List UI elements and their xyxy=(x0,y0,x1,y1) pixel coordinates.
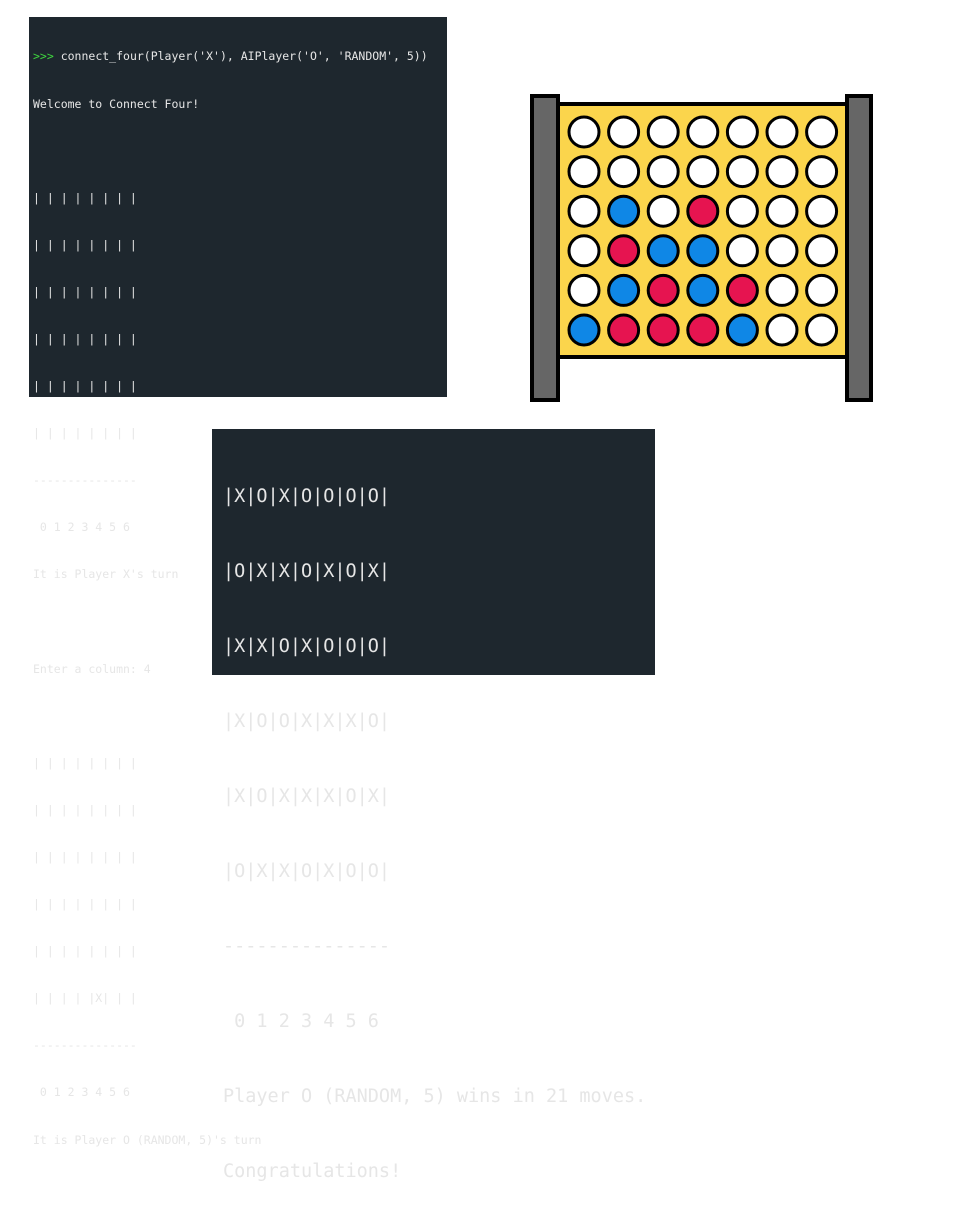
red-disc xyxy=(686,313,720,347)
terminal-game-end: |X|O|X|O|O|O|O| |O|X|X|O|X|O|X| |X|X|O|X… xyxy=(212,429,655,1182)
empty-slot xyxy=(607,155,641,189)
empty-slot xyxy=(646,115,680,149)
empty-slot xyxy=(686,155,720,189)
win-message: Player O (RANDOM, 5) wins in 21 moves. xyxy=(223,1086,647,1107)
blue-disc xyxy=(686,273,720,307)
blue-disc xyxy=(686,234,720,268)
board-divider: --------------- xyxy=(33,1038,137,1053)
command-line: >>> connect_four(Player('X'), AIPlayer('… xyxy=(33,49,447,65)
board-row: | | | | | | | | xyxy=(33,755,137,770)
empty-slot xyxy=(567,234,601,268)
board-row: | | | | | | | | xyxy=(33,237,137,252)
empty-slot xyxy=(646,194,680,228)
blue-disc xyxy=(567,313,601,347)
board-row: | | | | | | | | xyxy=(33,190,137,205)
turn-message: It is Player O (RANDOM, 5)'s turn xyxy=(33,1132,262,1147)
right-post xyxy=(845,94,873,402)
blue-disc xyxy=(607,273,641,307)
command-text: connect_four(Player('X'), AIPlayer('O', … xyxy=(53,49,428,64)
board-row: |X|O|X|X|X|O|X| xyxy=(223,786,391,807)
empty-slot xyxy=(805,234,839,268)
empty-slot xyxy=(765,194,799,228)
board-divider: --------------- xyxy=(223,936,391,957)
terminal-line: Welcome to Connect Four! xyxy=(33,96,200,111)
empty-slot xyxy=(765,155,799,189)
board-row: | | | | | | | | xyxy=(33,379,137,394)
board-row: |X|X|O|X|O|O|O| xyxy=(223,636,391,657)
empty-slot xyxy=(607,115,641,149)
blue-disc xyxy=(646,234,680,268)
blue-disc xyxy=(607,194,641,228)
board-row: |X|O|O|X|X|X|O| xyxy=(223,711,391,732)
empty-slot xyxy=(805,273,839,307)
empty-slot xyxy=(765,234,799,268)
empty-slot xyxy=(646,155,680,189)
empty-slot xyxy=(686,115,720,149)
terminal-game-start: >>> connect_four(Player('X'), AIPlayer('… xyxy=(29,17,447,1147)
board-row: | | | | | | | | xyxy=(33,897,137,912)
empty-slot xyxy=(765,115,799,149)
red-disc xyxy=(607,313,641,347)
empty-slot xyxy=(725,194,759,228)
empty-slot xyxy=(725,234,759,268)
red-disc xyxy=(725,273,759,307)
connect-four-board xyxy=(530,94,873,402)
empty-slot xyxy=(805,115,839,149)
congratulations-message: Congratulations! xyxy=(223,1161,402,1182)
red-disc xyxy=(646,273,680,307)
board-row: |X|O|X|O|O|O|O| xyxy=(223,486,391,507)
blue-disc xyxy=(725,313,759,347)
empty-slot xyxy=(725,115,759,149)
board-row: |O|X|X|O|X|O|X| xyxy=(223,561,391,582)
red-disc xyxy=(607,234,641,268)
board-row: | | | | | | | | xyxy=(33,284,137,299)
empty-slot xyxy=(567,155,601,189)
prompt-marker: >>> xyxy=(33,49,54,64)
red-disc xyxy=(646,313,680,347)
empty-slot xyxy=(805,194,839,228)
empty-slot xyxy=(725,155,759,189)
board-row: | | | | | | | | xyxy=(33,331,137,346)
empty-slot xyxy=(765,273,799,307)
board-row: |O|X|X|O|X|O|O| xyxy=(223,861,391,882)
red-disc xyxy=(686,194,720,228)
connect-four-board-graphic xyxy=(530,94,874,402)
empty-slot xyxy=(805,313,839,347)
empty-slot xyxy=(765,313,799,347)
empty-slot xyxy=(805,155,839,189)
empty-slot xyxy=(567,115,601,149)
board-row: | | | | |X| | | xyxy=(33,991,137,1006)
empty-slot xyxy=(567,194,601,228)
left-post xyxy=(530,94,560,402)
empty-slot xyxy=(567,273,601,307)
column-numbers: 0 1 2 3 4 5 6 xyxy=(223,1011,379,1032)
